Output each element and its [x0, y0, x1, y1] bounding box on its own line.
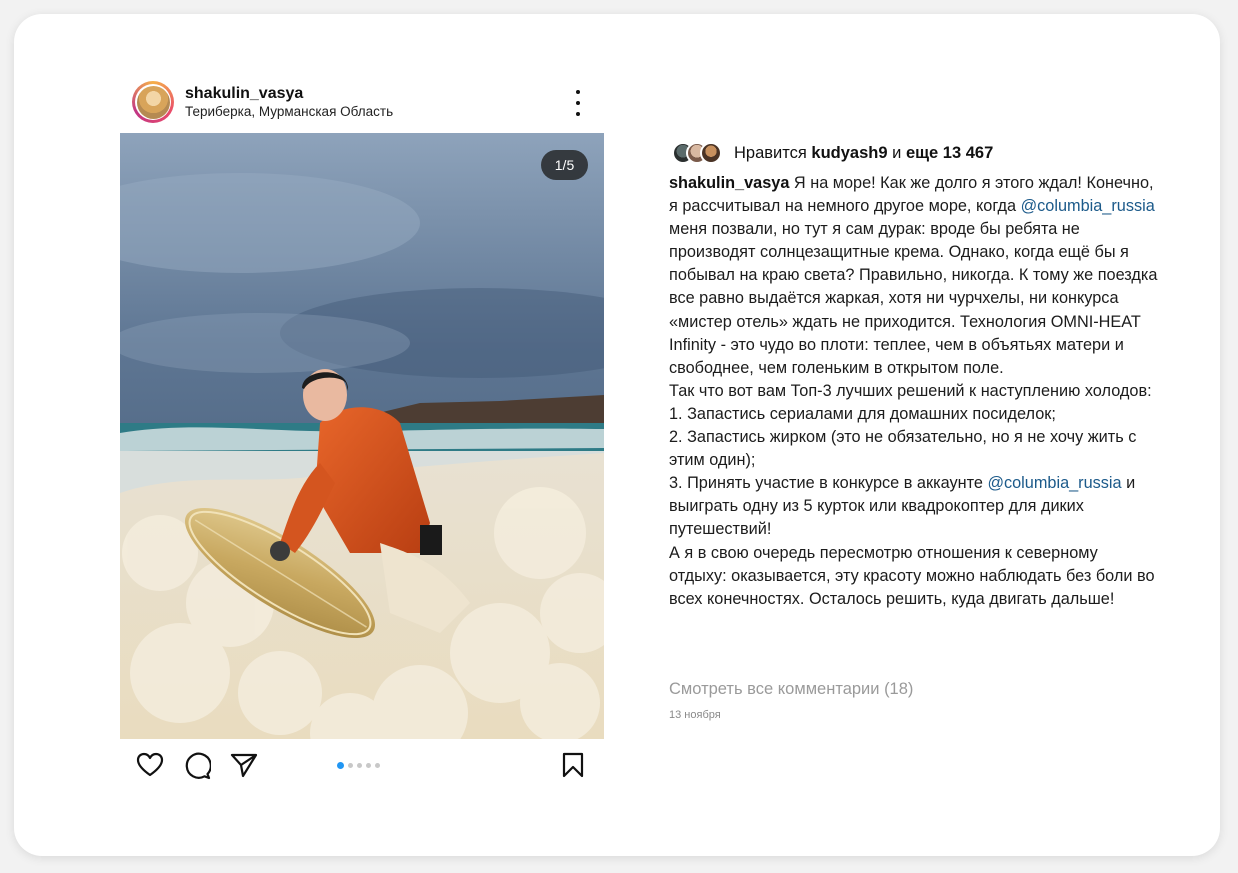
likes-text: Нравится kudyash9 и еще 13 467 [734, 143, 994, 162]
liker-avatar [700, 142, 722, 164]
carousel-indicator [337, 762, 380, 769]
post-date: 13 ноября [669, 709, 721, 721]
image-counter-badge: 1/5 [541, 150, 588, 180]
bookmark-icon[interactable] [561, 752, 585, 778]
caption-text: 2. Запастись жирком (это не обязательно,… [669, 428, 1137, 470]
more-vertical-icon[interactable] [566, 90, 590, 116]
caption-text: меня позвали, но тут я сам дурак: вроде … [669, 220, 1158, 377]
post-caption: shakulin_vasya Я на море! Как же долго я… [669, 172, 1159, 611]
caption-text: Так что вот вам Топ-3 лучших решений к н… [669, 381, 1152, 400]
profile-avatar[interactable] [132, 81, 174, 123]
carousel-dot [337, 762, 344, 769]
post-location[interactable]: Териберка, Мурманская Область [185, 104, 393, 119]
post-photo[interactable]: 1/5 [120, 133, 604, 739]
comment-icon[interactable] [183, 752, 211, 780]
view-all-comments-link[interactable]: Смотреть все комментарии (18) [669, 680, 913, 699]
send-icon[interactable] [230, 752, 258, 778]
carousel-dot [348, 763, 353, 768]
caption-text: А я в свою очередь пересмотрю отношения … [669, 543, 1155, 608]
caption-text: 3. Принять участие в конкурсе в аккаунте [669, 474, 988, 493]
mention-link[interactable]: @columbia_russia [1021, 197, 1155, 215]
caption-text: 1. Запастись сериалами для домашних поси… [669, 404, 1056, 423]
caption-username[interactable]: shakulin_vasya [669, 174, 789, 192]
heart-icon[interactable] [136, 752, 164, 778]
carousel-dot [375, 763, 380, 768]
carousel-dot [366, 763, 371, 768]
likes-count[interactable]: еще 13 467 [906, 144, 993, 162]
mention-link[interactable]: @columbia_russia [987, 474, 1121, 492]
likes-row[interactable]: Нравится kudyash9 и еще 13 467 [672, 141, 993, 165]
liker-username[interactable]: kudyash9 [811, 144, 887, 162]
post-username[interactable]: shakulin_vasya [185, 85, 303, 103]
carousel-dot [357, 763, 362, 768]
